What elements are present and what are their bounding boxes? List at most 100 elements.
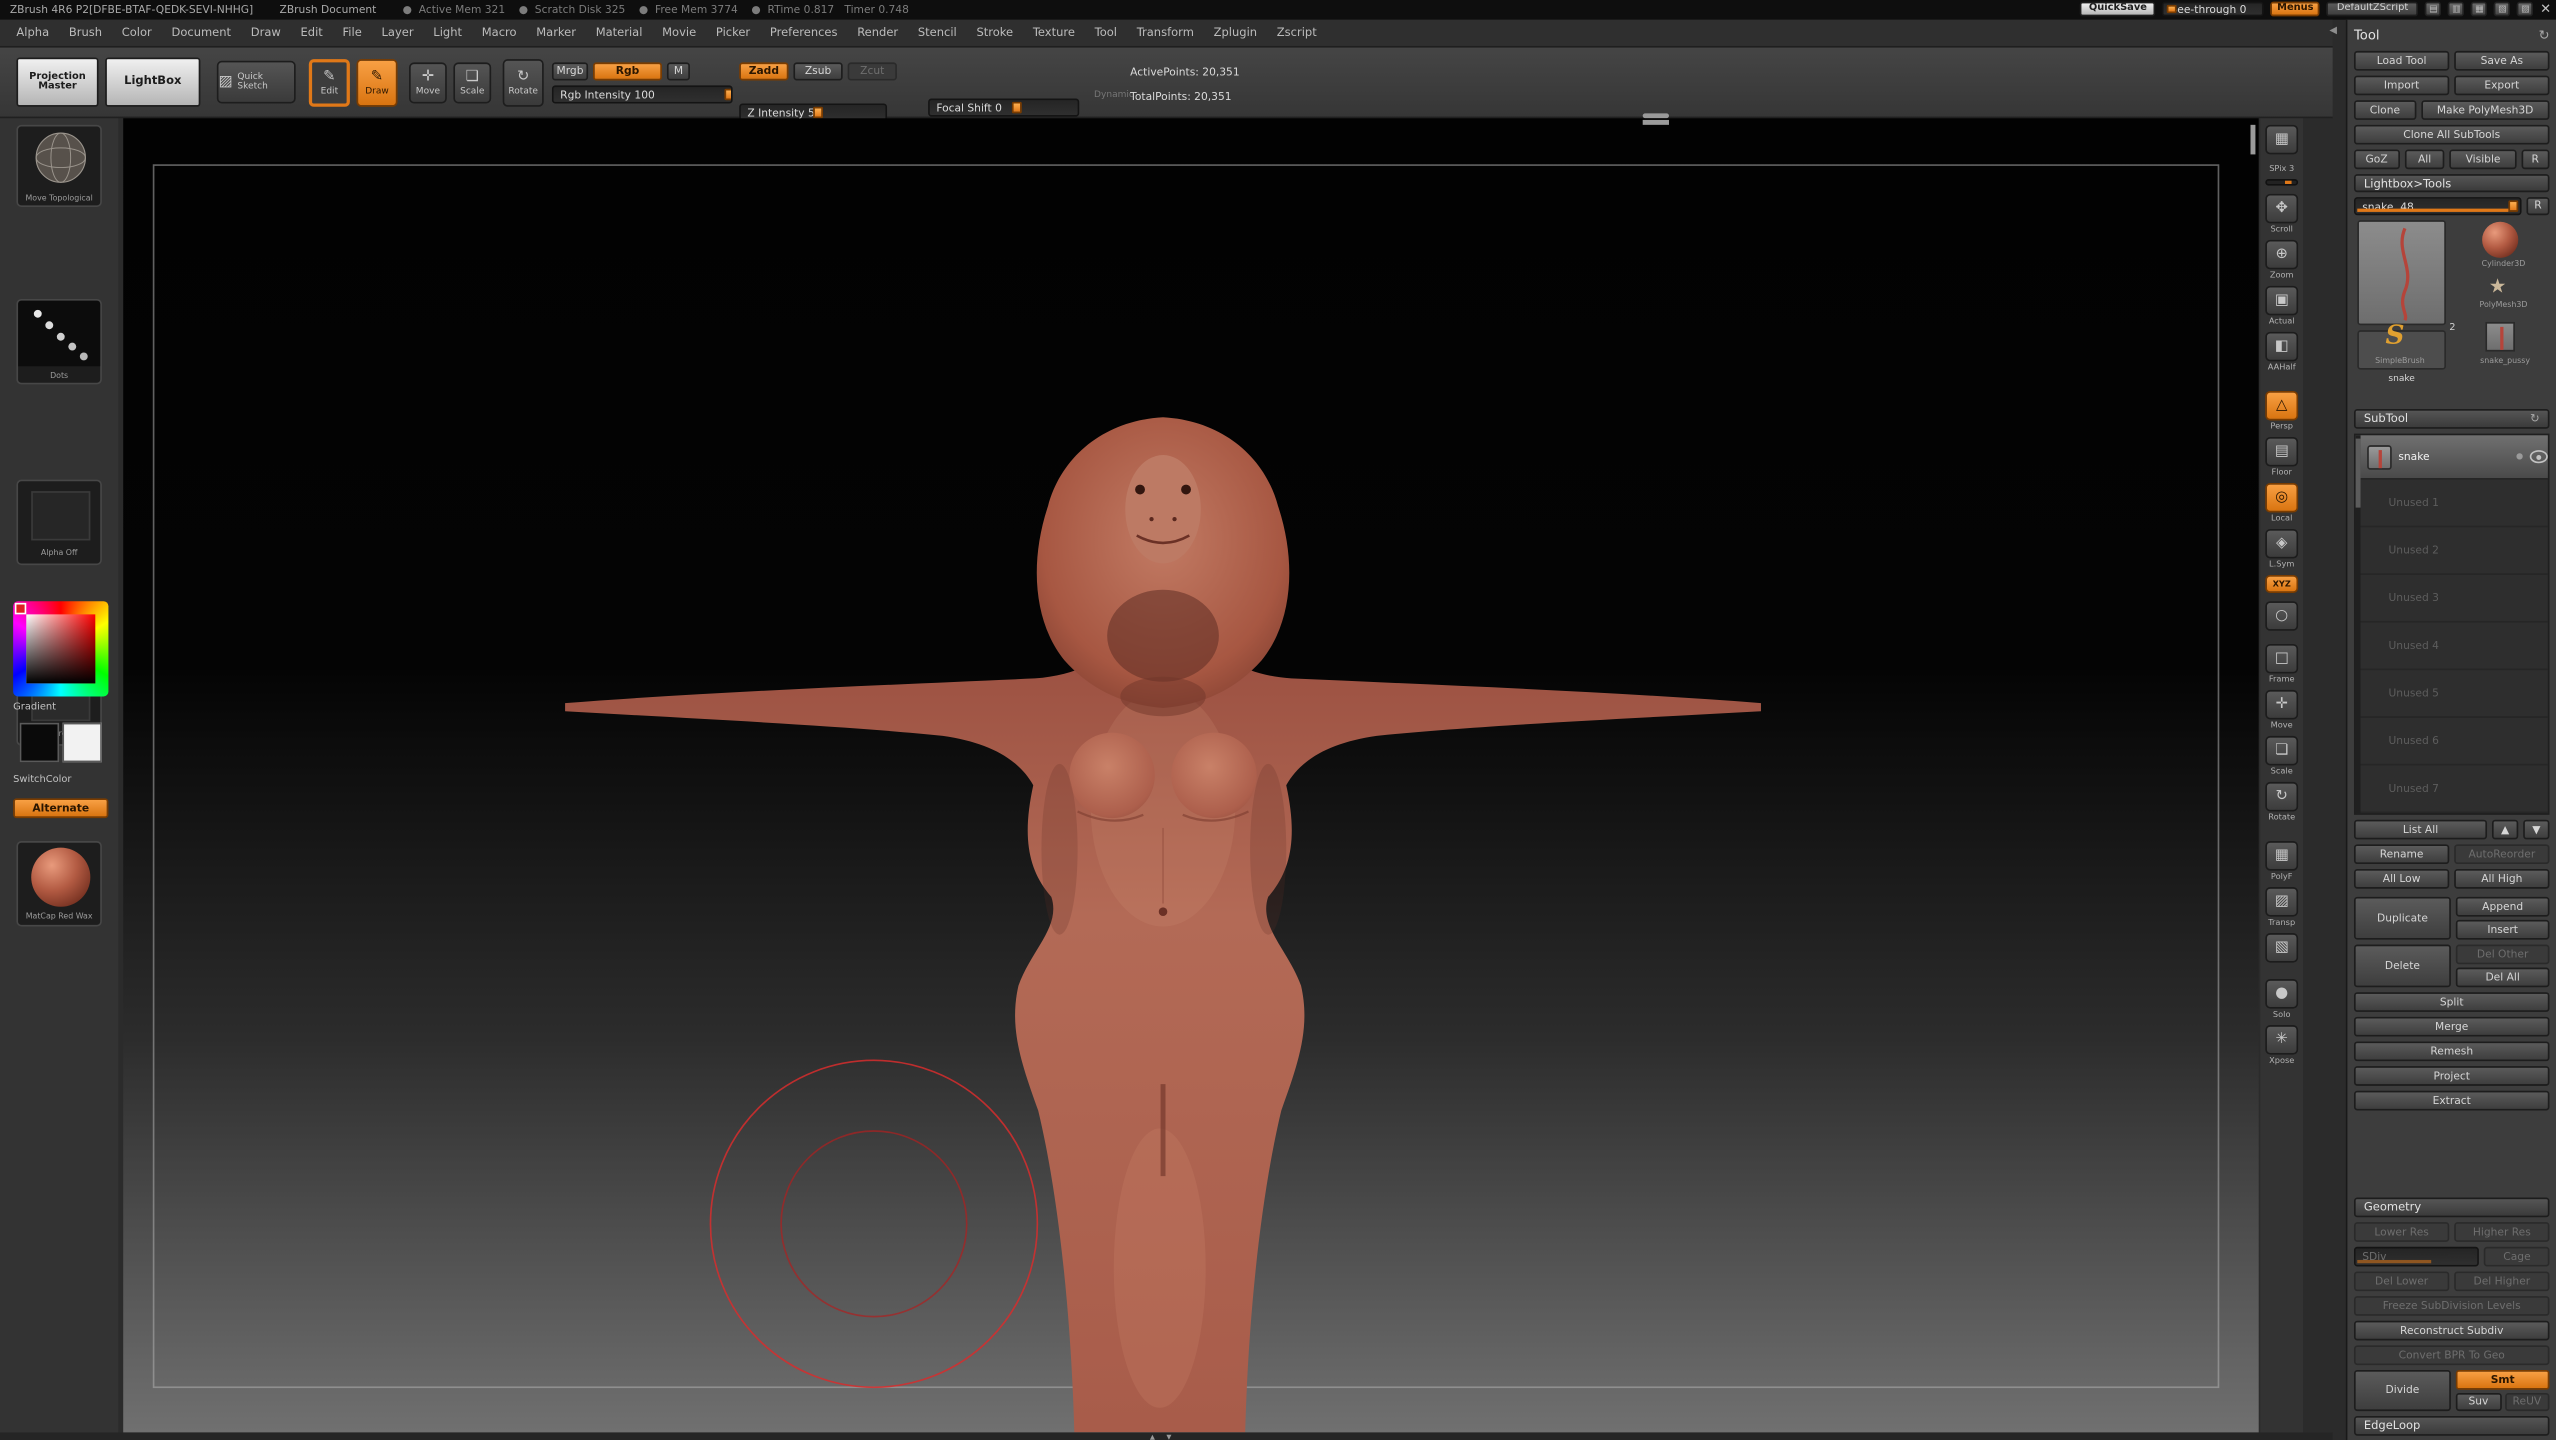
menu-alpha[interactable]: Alpha (7, 26, 59, 39)
alpha-selector[interactable]: Alpha Off (16, 480, 101, 565)
shelf-xyz[interactable]: XYZ (2264, 575, 2300, 593)
radial-symmetry-button[interactable]: ○ (2264, 601, 2300, 631)
shelf-solo[interactable]: ● Solo (2264, 979, 2300, 1020)
del-other-button[interactable]: Del Other (2456, 945, 2550, 965)
panel-collapse-icon[interactable]: ◀ (2329, 25, 2337, 36)
menu-file[interactable]: File (333, 26, 372, 39)
shelf-floor[interactable]: ▤ Floor (2264, 437, 2300, 478)
scroll-down-icon[interactable]: ▼ (1166, 1432, 1171, 1440)
menu-texture[interactable]: Texture (1023, 26, 1085, 39)
projection-master-button[interactable]: Projection Master (16, 57, 98, 106)
current-tool-thumbnail[interactable] (2357, 220, 2446, 325)
menu-tool[interactable]: Tool (1085, 26, 1127, 39)
subtool-refresh-icon[interactable]: ↻ (2530, 412, 2540, 425)
all-low-button[interactable]: All Low (2354, 869, 2449, 889)
polymesh3d-thumbnail[interactable]: ★ (2489, 276, 2507, 296)
lightbox-tools-bar[interactable]: Lightbox>Tools (2354, 174, 2549, 192)
menu-document[interactable]: Document (162, 26, 241, 39)
menu-transform[interactable]: Transform (1127, 26, 1204, 39)
shelf-rotate[interactable]: ↻ Rotate (2264, 782, 2300, 823)
bpr-button[interactable]: ▦ (2264, 125, 2300, 155)
shelf-transp[interactable]: ▨ Transp (2264, 887, 2300, 928)
color-sv-square[interactable] (26, 614, 95, 683)
gradient-label[interactable]: Gradient (13, 703, 108, 714)
make-polymesh3d-button[interactable]: Make PolyMesh3D (2421, 100, 2550, 120)
higher-res-button[interactable]: Higher Res (2454, 1222, 2549, 1242)
shelf-aahalf[interactable]: ◧ AAHalf (2264, 332, 2300, 373)
rgb-intensity-slider[interactable]: Rgb Intensity 100 (552, 85, 733, 103)
spix-slider[interactable] (2265, 179, 2298, 186)
see-through-slider[interactable]: See-through 0 (2162, 2, 2264, 17)
goz-all-button[interactable]: All (2404, 149, 2445, 169)
menu-zscript[interactable]: Zscript (1267, 26, 1327, 39)
palette-config-icon[interactable]: ▦ (2471, 2, 2487, 17)
menu-light[interactable]: Light (423, 26, 471, 39)
subtool-item[interactable]: Unused 3 (2356, 575, 2548, 623)
menu-preferences[interactable]: Preferences (760, 26, 847, 39)
shelf-lsym[interactable]: ◈ L.Sym (2264, 529, 2300, 570)
rotate-button[interactable]: ↻ Rotate (503, 59, 544, 107)
palette-config-icon[interactable]: ▤ (2425, 2, 2441, 17)
tool-r-button[interactable]: R (2526, 197, 2549, 215)
autoreorder-button[interactable]: AutoReorder (2454, 844, 2549, 864)
m-button[interactable]: M (667, 62, 690, 80)
import-button[interactable]: Import (2354, 76, 2449, 96)
duplicate-button[interactable]: Duplicate (2354, 897, 2451, 940)
scroll-up-icon[interactable]: ▲ (1150, 1432, 1155, 1440)
simplebrush-thumbnail[interactable]: S (2377, 319, 2413, 355)
close-icon[interactable]: ✕ (2540, 2, 2551, 17)
menu-render[interactable]: Render (847, 26, 908, 39)
del-higher-button[interactable]: Del Higher (2454, 1271, 2549, 1291)
subtool-item[interactable]: Unused 4 (2356, 623, 2548, 671)
list-all-button[interactable]: List All (2354, 820, 2487, 840)
mrgb-button[interactable]: Mrgb (552, 62, 588, 80)
export-button[interactable]: Export (2454, 76, 2549, 96)
secondary-color-swatch[interactable] (62, 723, 101, 762)
append-button[interactable]: Append (2456, 897, 2550, 917)
goz-visible-button[interactable]: Visible (2450, 149, 2516, 169)
material-selector[interactable]: MatCap Red Wax (16, 841, 101, 926)
save-as-button[interactable]: Save As (2454, 51, 2549, 71)
shelf-scroll[interactable]: ✥ Scroll (2264, 194, 2300, 235)
menu-brush[interactable]: Brush (59, 26, 112, 39)
goz-r-button[interactable]: R (2521, 149, 2549, 169)
shelf-polyf[interactable]: ▦ PolyF (2264, 841, 2300, 882)
del-lower-button[interactable]: Del Lower (2354, 1271, 2449, 1291)
geometry-header[interactable]: Geometry (2354, 1198, 2549, 1218)
shelf-zoom[interactable]: ⊕ Zoom (2264, 240, 2300, 281)
load-tool-button[interactable]: Load Tool (2354, 51, 2449, 71)
shelf-actual[interactable]: ▣ Actual (2264, 286, 2300, 327)
lower-res-button[interactable]: Lower Res (2354, 1222, 2449, 1242)
canvas-vscroll[interactable] (2250, 125, 2255, 155)
subtool-scrollbar[interactable] (2356, 435, 2361, 813)
menu-picker[interactable]: Picker (706, 26, 760, 39)
brush-selector[interactable]: Move Topological (16, 125, 101, 207)
edit-button[interactable]: ✎ Edit (309, 59, 350, 107)
sdiv-slider[interactable]: SDiv (2354, 1247, 2480, 1267)
divide-button[interactable]: Divide (2354, 1370, 2451, 1411)
stroke-selector[interactable]: Dots (16, 299, 101, 384)
refresh-icon[interactable]: ↻ (2538, 28, 2549, 43)
draw-button[interactable]: ✎ Draw (356, 59, 397, 107)
move-button[interactable]: ✛ Move (409, 62, 447, 103)
clone-all-subtools-button[interactable]: Clone All SubTools (2354, 125, 2549, 145)
menus-button[interactable]: Menus (2271, 2, 2320, 17)
subtool-item[interactable]: Unused 6 (2356, 718, 2548, 766)
cage-button[interactable]: Cage (2484, 1247, 2549, 1267)
lightbox-button[interactable]: LightBox (105, 57, 200, 106)
shelf-xpose[interactable]: ✳ Xpose (2264, 1025, 2300, 1066)
menu-color[interactable]: Color (112, 26, 162, 39)
suv-toggle[interactable]: Suv (2456, 1393, 2501, 1411)
tool-name-slider[interactable]: snake. 48 (2354, 197, 2522, 215)
goz-button[interactable]: GoZ (2354, 149, 2399, 169)
rgb-button[interactable]: Rgb (593, 62, 662, 80)
menu-layer[interactable]: Layer (372, 26, 424, 39)
shelf-frame[interactable]: □ Frame (2264, 644, 2300, 685)
subtool-down-button[interactable]: ▼ (2523, 820, 2549, 840)
delete-button[interactable]: Delete (2354, 945, 2451, 988)
shelf-persp[interactable]: △ Persp (2264, 391, 2300, 432)
canvas-hscroll[interactable] (1643, 120, 1669, 125)
smt-toggle[interactable]: Smt (2456, 1370, 2550, 1390)
extract-button[interactable]: Extract (2354, 1091, 2549, 1111)
menu-stroke[interactable]: Stroke (967, 26, 1023, 39)
